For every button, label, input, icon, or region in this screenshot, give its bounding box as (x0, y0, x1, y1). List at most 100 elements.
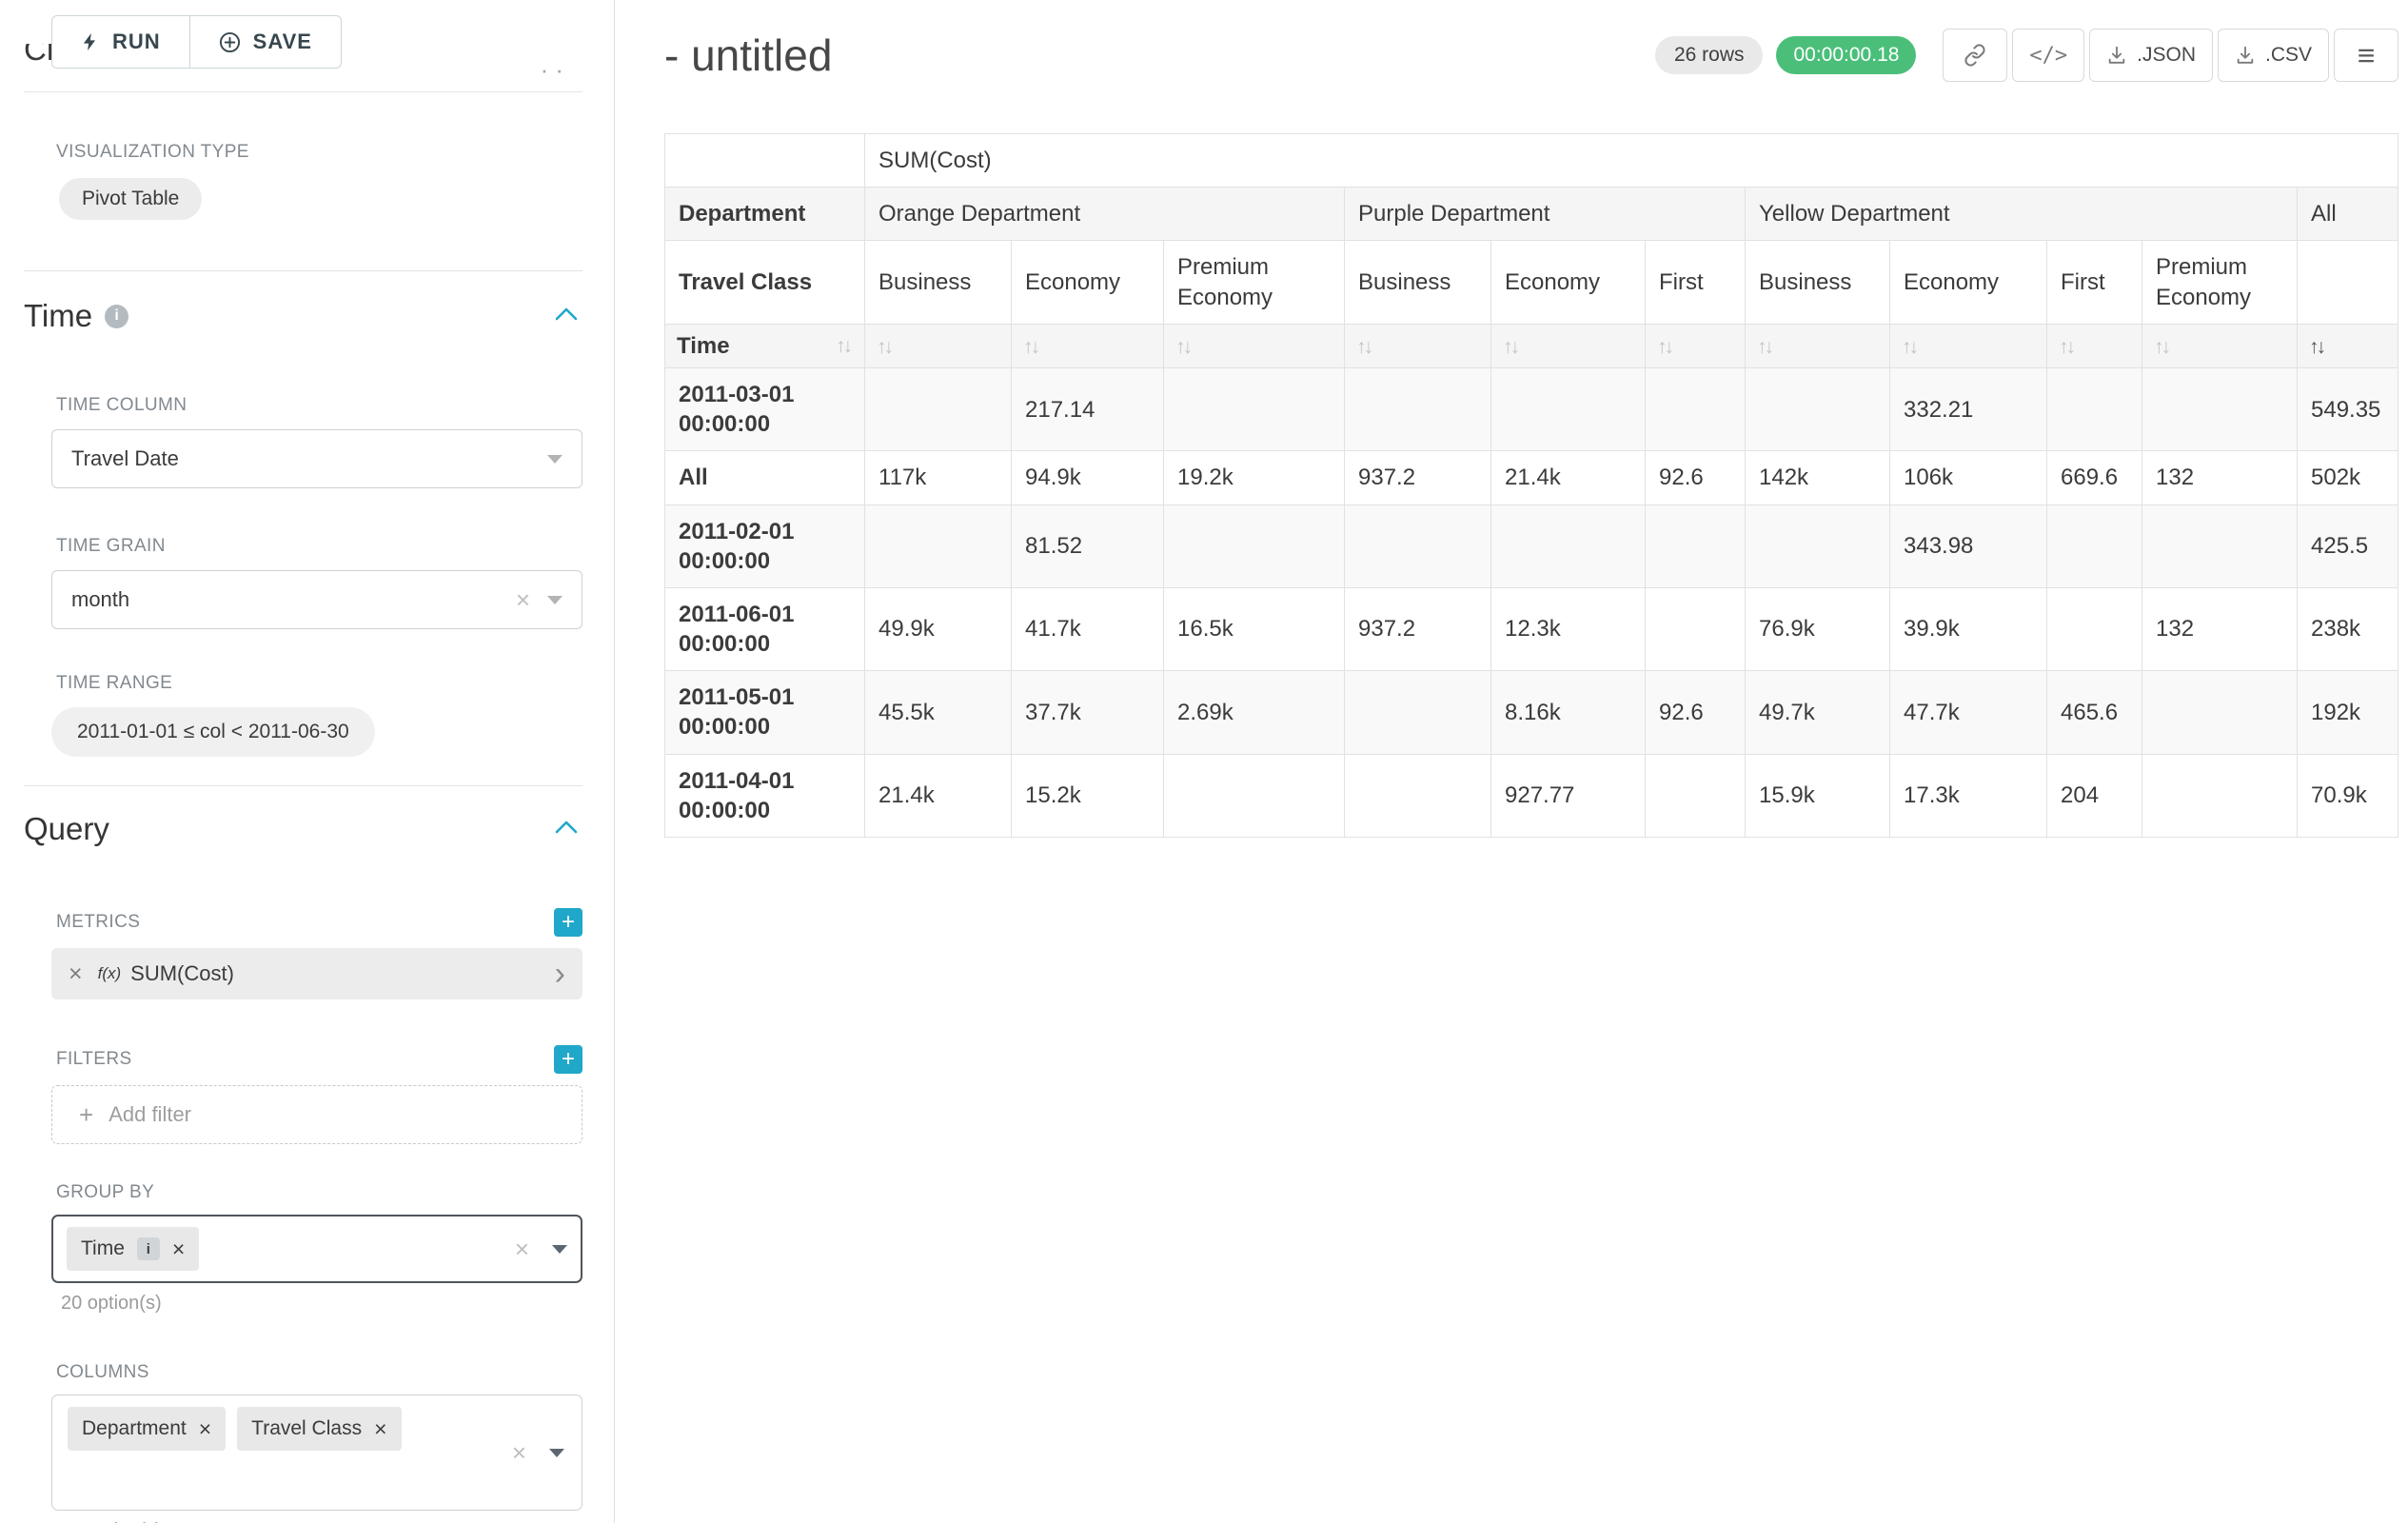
pivot-value-cell: 332.21 (1890, 367, 2047, 450)
pivot-value-cell: 92.6 (1646, 451, 1746, 504)
pivot-table-row: 2011-04-01 00:00:0021.4k15.2k927.7715.9k… (665, 754, 2398, 837)
remove-tag-icon[interactable]: × (172, 1238, 185, 1260)
pivot-travel-class-label: Travel Class (665, 241, 865, 324)
sort-toggle-icon[interactable]: ↑↓ (1175, 336, 1193, 358)
pivot-table-row: 2011-05-01 00:00:0045.5k37.7k2.69k8.16k9… (665, 671, 2398, 754)
sort-toggle-icon[interactable]: ↑↓ (2309, 336, 2326, 358)
pivot-class-header: Business (1746, 241, 1890, 324)
viz-type-pill[interactable]: Pivot Table (59, 178, 202, 220)
time-section-title: Time (24, 298, 92, 334)
clear-icon[interactable]: × (516, 587, 530, 612)
chevron-right-icon[interactable]: › (555, 958, 565, 990)
sort-toggle-icon[interactable]: ↑↓ (1356, 336, 1373, 358)
sort-toggle-icon[interactable]: ↑↓ (836, 333, 853, 359)
pivot-row-label: 2011-02-01 00:00:00 (665, 504, 865, 587)
sort-toggle-icon[interactable]: ↑↓ (1503, 336, 1520, 358)
save-button[interactable]: SAVE (189, 15, 342, 69)
sort-toggle-icon[interactable]: ↑↓ (1023, 336, 1040, 358)
pivot-group-header: Purple Department (1345, 188, 1746, 241)
sort-toggle-icon[interactable]: ↑↓ (2154, 336, 2171, 358)
pivot-class-header (2298, 241, 2398, 324)
pivot-value-cell (2047, 587, 2142, 670)
metric-pill[interactable]: × f(x) SUM(Cost) › (51, 948, 582, 999)
pivot-value-cell: 132 (2142, 587, 2298, 670)
collapse-time-section[interactable] (555, 307, 578, 326)
query-section-title: Query (24, 811, 109, 847)
pivot-value-cell: 76.9k (1746, 587, 1890, 670)
visualization-type-label: VISUALIZATION TYPE (56, 142, 582, 163)
sort-toggle-icon[interactable]: ↑↓ (1757, 336, 1774, 358)
group-by-control[interactable]: Time i × × (51, 1215, 582, 1283)
sort-toggle-icon[interactable]: ↑↓ (877, 336, 894, 358)
time-grain-select[interactable]: month × (51, 570, 582, 629)
export-json-button[interactable]: .JSON (2089, 29, 2213, 82)
lightning-icon (81, 30, 100, 53)
pivot-value-cell (2142, 671, 2298, 754)
columns-tag[interactable]: Travel Class × (237, 1407, 401, 1451)
remove-metric-icon[interactable]: × (69, 960, 83, 988)
pivot-department-label: Department (665, 188, 865, 241)
pivot-class-header: First (1646, 241, 1746, 324)
pivot-table-row: All117k94.9k19.2k937.221.4k92.6142k106k6… (665, 451, 2398, 504)
pivot-value-cell (1646, 587, 1746, 670)
filters-label-row: FILTERS + (56, 1045, 582, 1074)
function-icon: f(x) (98, 964, 122, 983)
sort-toggle-icon[interactable]: ↑↓ (2059, 336, 2076, 358)
caret-down-icon[interactable] (552, 1245, 567, 1254)
drag-handle-dots: ·· (541, 55, 570, 85)
pivot-value-cell (1746, 504, 1890, 587)
chart-title[interactable]: - untitled (664, 30, 832, 81)
info-icon: i (137, 1237, 160, 1260)
pivot-value-cell: 465.6 (2047, 671, 2142, 754)
pivot-class-header: Economy (1012, 241, 1164, 324)
pivot-value-cell: 927.77 (1491, 754, 1646, 837)
pivot-value-cell: 49.7k (1746, 671, 1890, 754)
pivot-sort-cell: ↑↓ (2047, 324, 2142, 367)
columns-control[interactable]: Department × Travel Class × × (51, 1394, 582, 1511)
chart-header: - untitled 26 rows 00:00:00.18 </> .JSON… (664, 29, 2398, 82)
pivot-value-cell: 937.2 (1345, 587, 1491, 670)
pivot-value-cell (1746, 367, 1890, 450)
pivot-corner-cell (665, 134, 865, 188)
menu-button[interactable]: ≡ (2334, 29, 2398, 82)
export-toolbar: </> .JSON .CSV ≡ (1943, 29, 2398, 82)
pivot-value-cell: 39.9k (1890, 587, 2047, 670)
pivot-value-cell: 204 (2047, 754, 2142, 837)
pivot-value-cell (1491, 367, 1646, 450)
pivot-row-label: 2011-05-01 00:00:00 (665, 671, 865, 754)
remove-tag-icon[interactable]: × (374, 1418, 386, 1440)
pivot-row-label: 2011-04-01 00:00:00 (665, 754, 865, 837)
pivot-class-header: Business (865, 241, 1012, 324)
collapse-query-section[interactable] (555, 820, 578, 839)
plus-icon: + (79, 1100, 93, 1130)
time-column-select[interactable]: Travel Date (51, 429, 582, 488)
pivot-value-cell: 70.9k (2298, 754, 2398, 837)
share-link-button[interactable] (1943, 29, 2007, 82)
pivot-sort-cell: ↑↓ (865, 324, 1012, 367)
sort-toggle-icon[interactable]: ↑↓ (1657, 336, 1674, 358)
pivot-value-cell: 238k (2298, 587, 2398, 670)
clear-icon[interactable]: × (512, 1440, 526, 1465)
export-csv-button[interactable]: .CSV (2218, 29, 2329, 82)
pivot-sort-cell: ↑↓ (1890, 324, 2047, 367)
pivot-value-cell: 45.5k (865, 671, 1012, 754)
columns-label: COLUMNS (56, 1362, 582, 1383)
pivot-value-cell (1345, 754, 1491, 837)
remove-tag-icon[interactable]: × (199, 1418, 211, 1440)
caret-down-icon[interactable] (549, 1449, 564, 1457)
clear-icon[interactable]: × (515, 1236, 529, 1261)
view-query-button[interactable]: </> (2012, 29, 2084, 82)
sort-toggle-icon[interactable]: ↑↓ (1902, 336, 1919, 358)
columns-tag[interactable]: Department × (68, 1407, 226, 1451)
add-metric-button[interactable]: + (554, 908, 582, 937)
time-range-label: TIME RANGE (56, 673, 582, 694)
save-button-label: SAVE (253, 30, 312, 54)
time-range-pill[interactable]: 2011-01-01 ≤ col < 2011-06-30 (51, 707, 375, 757)
export-json-label: .JSON (2137, 44, 2196, 67)
add-filter-button[interactable]: + Add filter (51, 1085, 582, 1144)
run-button[interactable]: RUN (51, 15, 190, 69)
control-panel: Chart Type ·· RUN SAVE VISUALIZATION TYP… (0, 0, 615, 1523)
pivot-value-cell: 502k (2298, 451, 2398, 504)
add-filter-plus-button[interactable]: + (554, 1045, 582, 1074)
group-by-tag[interactable]: Time i × (67, 1227, 199, 1271)
